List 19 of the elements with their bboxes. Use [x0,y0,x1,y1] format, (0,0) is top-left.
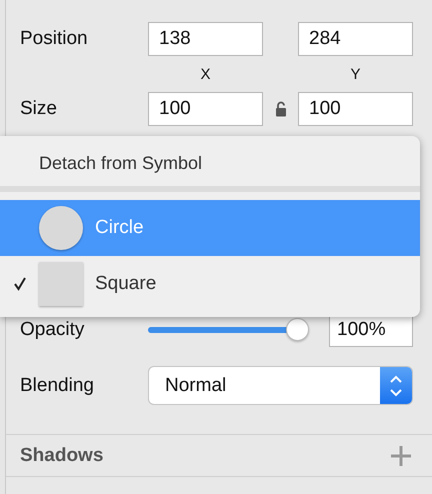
slider-thumb[interactable] [286,318,309,341]
blending-dropdown[interactable]: Normal [148,366,413,405]
y-caption: Y [349,66,362,82]
shadows-title: Shadows [20,444,104,466]
y-field[interactable]: 284 [298,22,413,56]
x-caption: X [199,66,212,82]
add-icon[interactable] [389,444,413,468]
width-field[interactable]: 100 [148,92,263,126]
opacity-label: Opacity [20,319,86,341]
position-label: Position [20,28,89,50]
size-label: Size [20,98,58,120]
circle-thumbnail-icon [39,206,83,250]
x-field[interactable]: 138 [148,22,263,56]
padlock-icon[interactable] [274,101,286,117]
square-thumbnail-icon [39,262,83,306]
blending-label: Blending [20,374,95,396]
height-field[interactable]: 100 [298,92,413,126]
menu-item[interactable]: Detach from Symbol [0,142,420,184]
menu-item[interactable]: Square [0,256,420,312]
